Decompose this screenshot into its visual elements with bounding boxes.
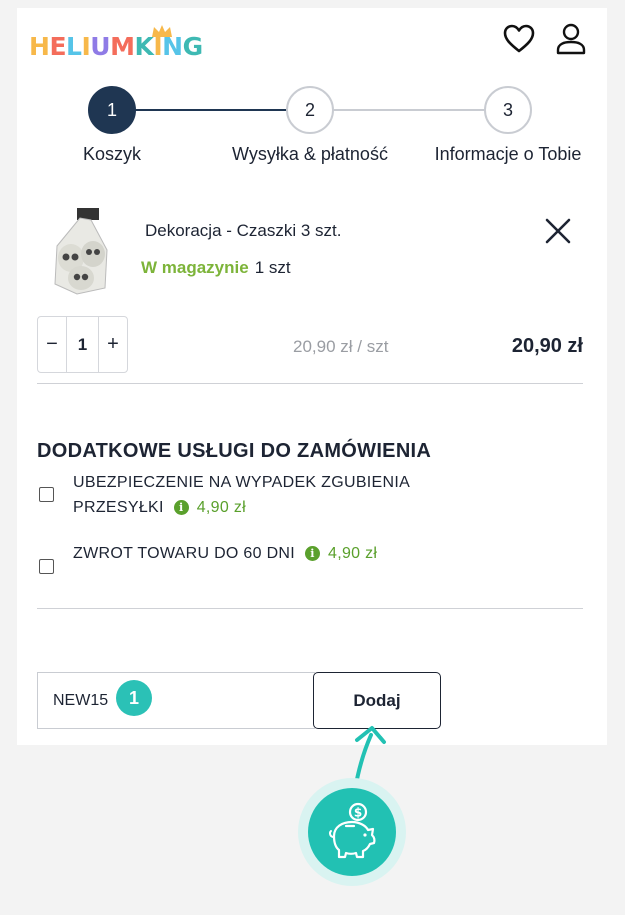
stock-quantity: 1 szt <box>254 258 291 277</box>
divider <box>37 608 583 609</box>
step-1-label: Koszyk <box>82 144 142 164</box>
info-icon[interactable]: i <box>305 546 321 561</box>
step-2-circle[interactable]: 2 <box>286 86 334 134</box>
step-connector-2 <box>333 109 485 111</box>
insurance-label-line1: UBEZPIECZENIE NA WYPADEK ZGUBIENIA <box>73 474 411 491</box>
step-3-circle[interactable]: 3 <box>484 86 532 134</box>
divider <box>37 383 583 384</box>
stock-status: W magazynie <box>141 258 249 277</box>
coupon-input[interactable] <box>37 672 315 729</box>
logo-letter: U <box>90 32 111 61</box>
step-badge: 1 <box>116 680 152 716</box>
increment-button[interactable]: + <box>99 317 127 372</box>
stock-info: W magazynie 1 szt <box>141 258 291 278</box>
step-2-label: Wysyłka & płatność <box>232 144 388 164</box>
add-coupon-button[interactable]: Dodaj <box>313 672 441 729</box>
unit-price: 20,90 zł / szt <box>293 337 389 356</box>
piggy-bank-icon: $ <box>308 788 396 876</box>
step-1-circle[interactable]: 1 <box>88 86 136 134</box>
checkout-card: HELIUMKING 1 2 3 Koszyk Wysyłka & płatno… <box>17 8 607 745</box>
info-icon[interactable]: i <box>173 500 189 515</box>
line-total: 20,90 zł <box>511 335 583 357</box>
insurance-label-line2-row: PRZESYŁKI i 4,90 zł <box>73 495 410 520</box>
svg-text:$: $ <box>354 806 362 820</box>
return-checkbox[interactable] <box>39 559 54 574</box>
close-icon[interactable] <box>543 216 573 246</box>
savings-badge: $ <box>298 778 406 886</box>
step-3-number: 3 <box>502 99 513 120</box>
quantity-stepper: − 1 + <box>37 316 128 373</box>
insurance-price: 4,90 zł <box>196 499 246 516</box>
user-icon[interactable] <box>554 22 588 56</box>
crown-icon <box>152 25 172 37</box>
logo-letter: E <box>49 32 67 61</box>
product-thumbnail[interactable] <box>47 206 113 298</box>
insurance-label-line2: PRZESYŁKI <box>73 499 164 516</box>
extras-title: DODATKOWE USŁUGI DO ZAMÓWIENIA <box>37 440 432 462</box>
return-option-label: ZWROT TOWARU DO 60 DNI i 4,90 zł <box>73 541 377 566</box>
logo-letter: H <box>29 32 50 61</box>
logo-letter: L <box>66 32 82 61</box>
step-3-label: Informacje o Tobie <box>434 144 582 164</box>
insurance-checkbox[interactable] <box>39 487 54 502</box>
step-connector-1 <box>135 109 287 111</box>
logo-letter: G <box>182 32 204 61</box>
return-label: ZWROT TOWARU DO 60 DNI <box>73 545 296 562</box>
step-1-number: 1 <box>106 99 117 120</box>
piggy-bank-glyph: $ <box>329 802 376 859</box>
insurance-option-label: UBEZPIECZENIE NA WYPADEK ZGUBIENIA PRZES… <box>73 470 410 520</box>
quantity-value[interactable]: 1 <box>66 317 99 372</box>
return-price: 4,90 zł <box>328 545 378 562</box>
logo-wordmark: HELIUMKING <box>29 32 203 61</box>
step-2-number: 2 <box>304 99 315 120</box>
logo-letter: M <box>110 32 135 61</box>
decrement-button[interactable]: − <box>38 317 66 372</box>
heart-icon[interactable] <box>502 22 536 56</box>
product-name[interactable]: Dekoracja - Czaszki 3 szt. <box>145 221 342 241</box>
logo-letter: I <box>81 32 91 61</box>
